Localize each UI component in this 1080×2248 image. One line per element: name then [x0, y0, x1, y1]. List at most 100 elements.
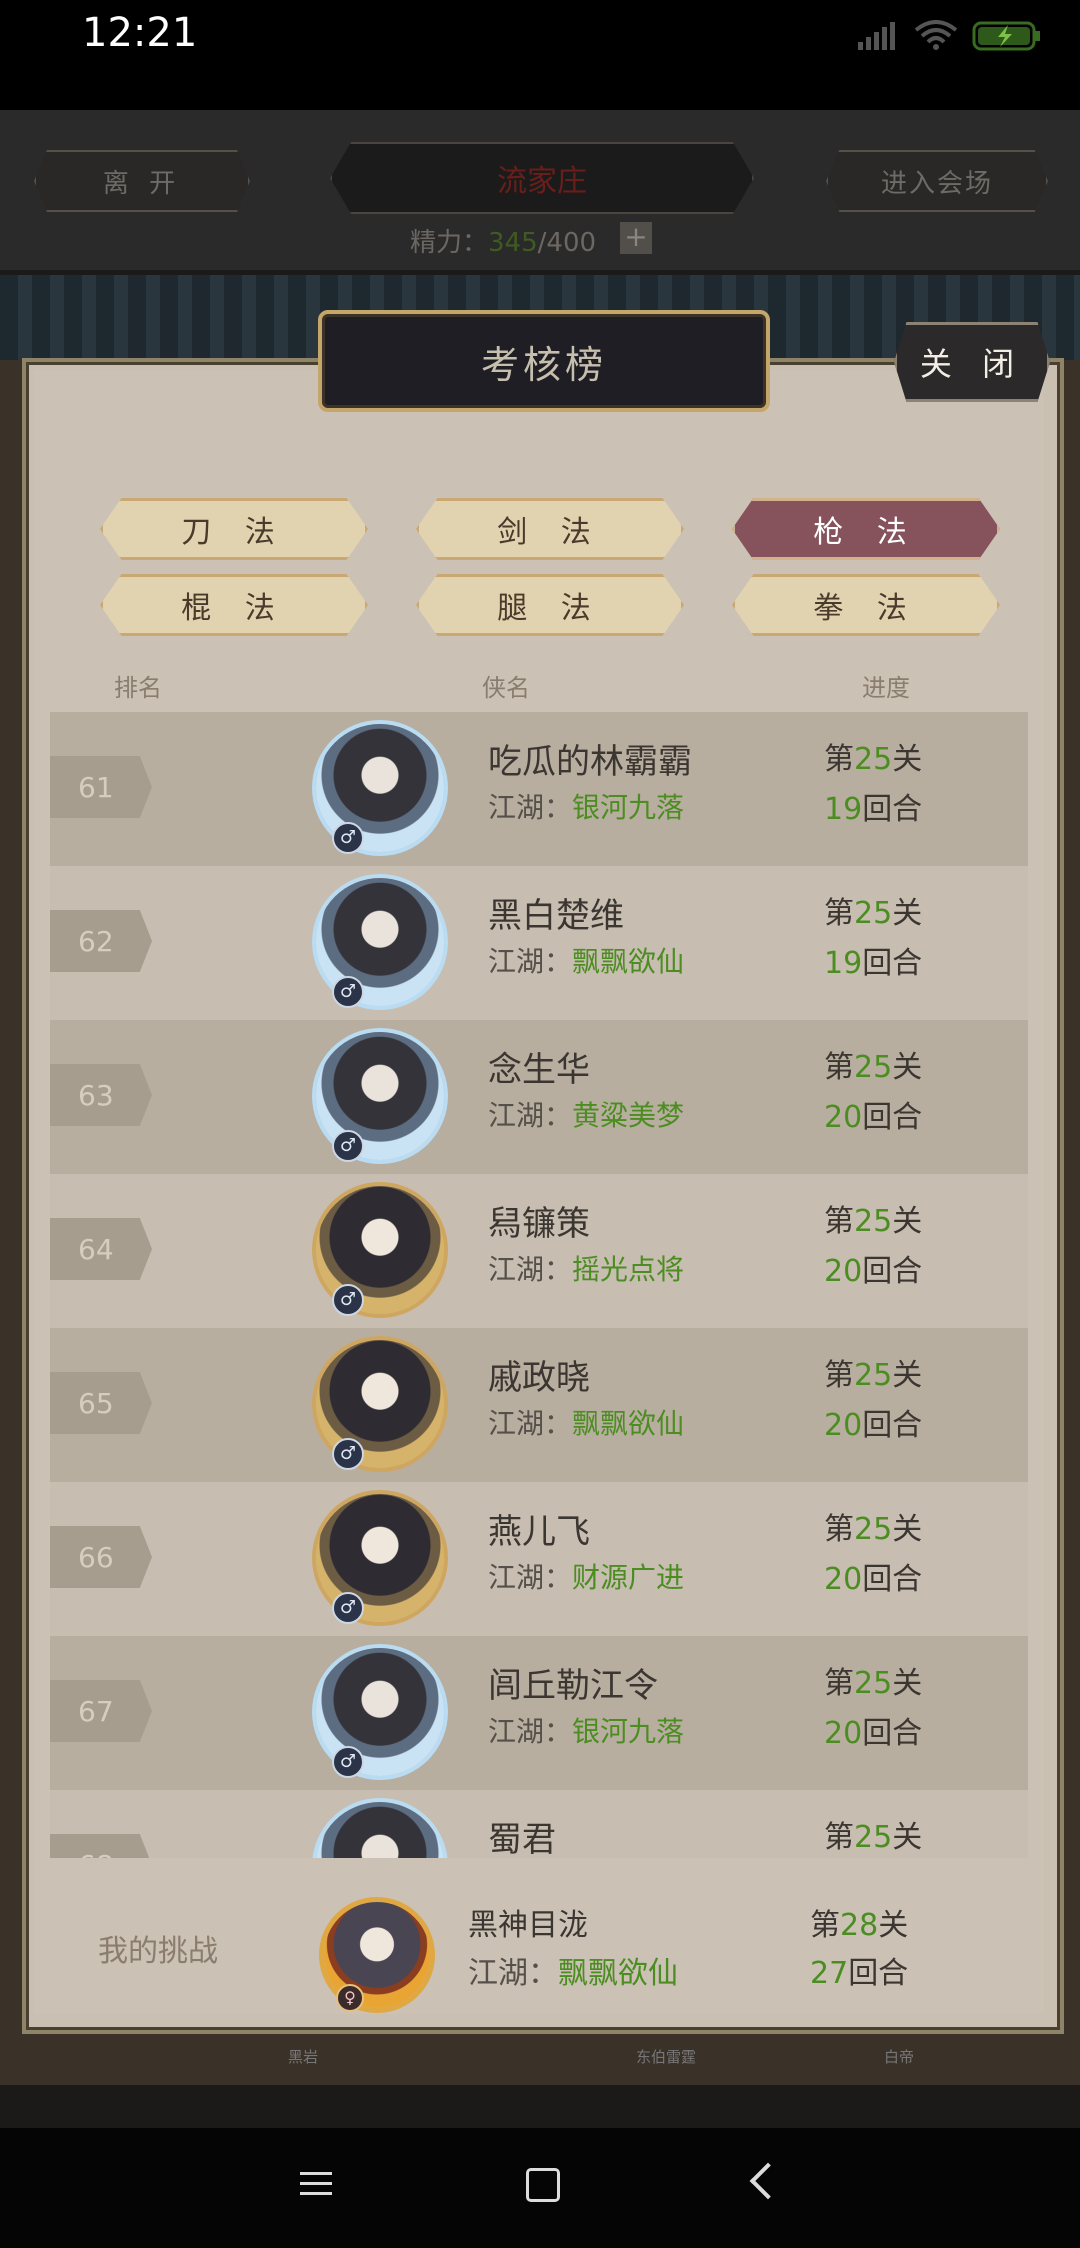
tab-spear[interactable]: 枪 法: [732, 498, 1000, 560]
stage-suffix: 关: [892, 1820, 923, 1855]
male-icon: ♂: [332, 1592, 364, 1624]
player-name: 蜀君: [488, 1820, 556, 1858]
bg-label: 白帝: [884, 2048, 915, 2066]
rounds-suffix: 回合: [862, 792, 923, 827]
rounds-number: 20: [824, 1716, 863, 1751]
rounds-number: 19: [824, 792, 863, 827]
ranking-row[interactable]: 68 蜀君 第25关: [50, 1790, 1028, 1858]
server-name: 飘飘欲仙: [572, 945, 685, 978]
stage-number: 28: [840, 1908, 879, 1943]
male-icon: ♂: [332, 976, 364, 1008]
server-name: 银河九落: [572, 791, 685, 824]
player-server: 江湖：银河九落: [488, 786, 684, 826]
tab-blade[interactable]: 刀 法: [100, 498, 368, 560]
energy-max: /400: [537, 228, 597, 258]
stage-progress: 第25关: [824, 1504, 922, 1548]
stage-prefix: 第: [824, 742, 854, 777]
rank-badge: 66: [50, 1526, 152, 1588]
tab-kick[interactable]: 腿 法: [416, 574, 684, 636]
header-progress: 进度: [862, 674, 910, 702]
stage-progress: 第25关: [824, 888, 922, 932]
stage-prefix: 第: [810, 1908, 840, 1943]
stage-suffix: 关: [892, 742, 923, 777]
my-stage-progress: 第28关: [810, 1900, 908, 1944]
male-icon: ♂: [332, 822, 364, 854]
rounds-number: 20: [824, 1562, 863, 1597]
my-rounds-progress: 27回合: [810, 1948, 908, 1992]
stage-number: 25: [854, 1666, 893, 1701]
stage-suffix: 关: [892, 896, 923, 931]
header-rank: 排名: [114, 674, 162, 702]
female-icon: ♀: [336, 1984, 364, 2012]
rounds-progress: 20回合: [824, 1092, 922, 1136]
stage-prefix: 第: [824, 896, 854, 931]
player-server: 江湖：摇光点将: [488, 1248, 684, 1288]
rank-badge: 67: [50, 1680, 152, 1742]
player-avatar[interactable]: [316, 1802, 444, 1858]
server-name: 飘飘欲仙: [572, 1407, 685, 1440]
stage-number: 25: [854, 1512, 893, 1547]
bg-label: 黑岩: [288, 2048, 319, 2066]
close-button[interactable]: 关 闭: [894, 322, 1050, 402]
player-name: 戚政晓: [488, 1358, 590, 1398]
home-icon[interactable]: [526, 2168, 560, 2202]
rounds-number: 19: [824, 946, 863, 981]
player-server: 江湖：飘飘欲仙: [488, 940, 684, 980]
stage-prefix: 第: [824, 1820, 854, 1855]
rounds-suffix: 回合: [862, 946, 923, 981]
rounds-suffix: 回合: [862, 1254, 923, 1289]
tab-sword[interactable]: 剑 法: [416, 498, 684, 560]
server-name: 黄粱美梦: [572, 1099, 685, 1132]
wifi-icon: [914, 20, 958, 50]
add-energy-button[interactable]: +: [620, 222, 652, 254]
ranking-row[interactable]: 62 ♂ 黑白楚维 江湖：飘飘欲仙 第25关 19回合: [50, 866, 1028, 1020]
rounds-progress: 20回合: [824, 1246, 922, 1290]
player-server: 江湖：银河九落: [488, 1710, 684, 1750]
ranking-row[interactable]: 63 ♂ 念生华 江湖：黄粱美梦 第25关 20回合: [50, 1020, 1028, 1174]
rounds-number: 20: [824, 1100, 863, 1135]
ranking-row[interactable]: 66 ♂ 燕儿飞 江湖：财源广进 第25关 20回合: [50, 1482, 1028, 1636]
stage-suffix: 关: [892, 1050, 923, 1085]
stage-suffix: 关: [892, 1512, 923, 1547]
stage-progress: 第25关: [824, 1658, 922, 1702]
rank-badge: 63: [50, 1064, 152, 1126]
stage-suffix: 关: [892, 1666, 923, 1701]
energy-display: 精力：345/400: [410, 222, 596, 259]
server-label: 江湖：: [488, 1715, 573, 1748]
rounds-number: 20: [824, 1254, 863, 1289]
my-player-server: 江湖：飘飘欲仙: [468, 1948, 678, 1992]
player-name: 舄镰策: [488, 1204, 590, 1244]
signal-icon: [858, 22, 895, 50]
rank-badge: 61: [50, 756, 152, 818]
player-name: 燕儿飞: [488, 1512, 590, 1552]
rank-badge: 68: [50, 1834, 152, 1858]
stage-progress: 第25关: [824, 1196, 922, 1240]
rank-badge: 62: [50, 910, 152, 972]
tab-fist[interactable]: 拳 法: [732, 574, 1000, 636]
ranking-row[interactable]: 61 ♂ 吃瓜的林霸霸 江湖：银河九落 第25关 19回合: [50, 712, 1028, 866]
ranking-row[interactable]: 64 ♂ 舄镰策 江湖：摇光点将 第25关 20回合: [50, 1174, 1028, 1328]
server-label: 江湖：: [488, 791, 573, 824]
tab-staff[interactable]: 棍 法: [100, 574, 368, 636]
menu-icon[interactable]: [300, 2170, 332, 2198]
my-challenge-label: 我的挑战: [98, 1934, 218, 1969]
ranking-row[interactable]: 67 ♂ 闾丘勒江令 江湖：银河九落 第25关 20回合: [50, 1636, 1028, 1790]
server-label: 江湖：: [488, 945, 573, 978]
energy-label: 精力：: [410, 228, 489, 258]
player-server: 江湖：财源广进: [488, 1556, 684, 1596]
stage-prefix: 第: [824, 1666, 854, 1701]
ranking-row[interactable]: 65 ♂ 戚政晓 江湖：飘飘欲仙 第25关 20回合: [50, 1328, 1028, 1482]
enter-venue-button[interactable]: 进入会场: [826, 150, 1048, 212]
rounds-number: 20: [824, 1408, 863, 1443]
location-title: 流家庄: [330, 142, 754, 214]
leave-button[interactable]: 离 开: [34, 150, 250, 212]
stage-number: 25: [854, 742, 893, 777]
stage-suffix: 关: [892, 1358, 923, 1393]
ranking-list[interactable]: 61 ♂ 吃瓜的林霸霸 江湖：银河九落 第25关 19回合 62 ♂ 黑白楚维 …: [50, 712, 1028, 1858]
rounds-suffix: 回合: [862, 1562, 923, 1597]
rounds-suffix: 回合: [862, 1408, 923, 1443]
rank-badge: 65: [50, 1372, 152, 1434]
male-icon: ♂: [332, 1438, 364, 1470]
stage-number: 25: [854, 1358, 893, 1393]
male-icon: ♂: [332, 1746, 364, 1778]
